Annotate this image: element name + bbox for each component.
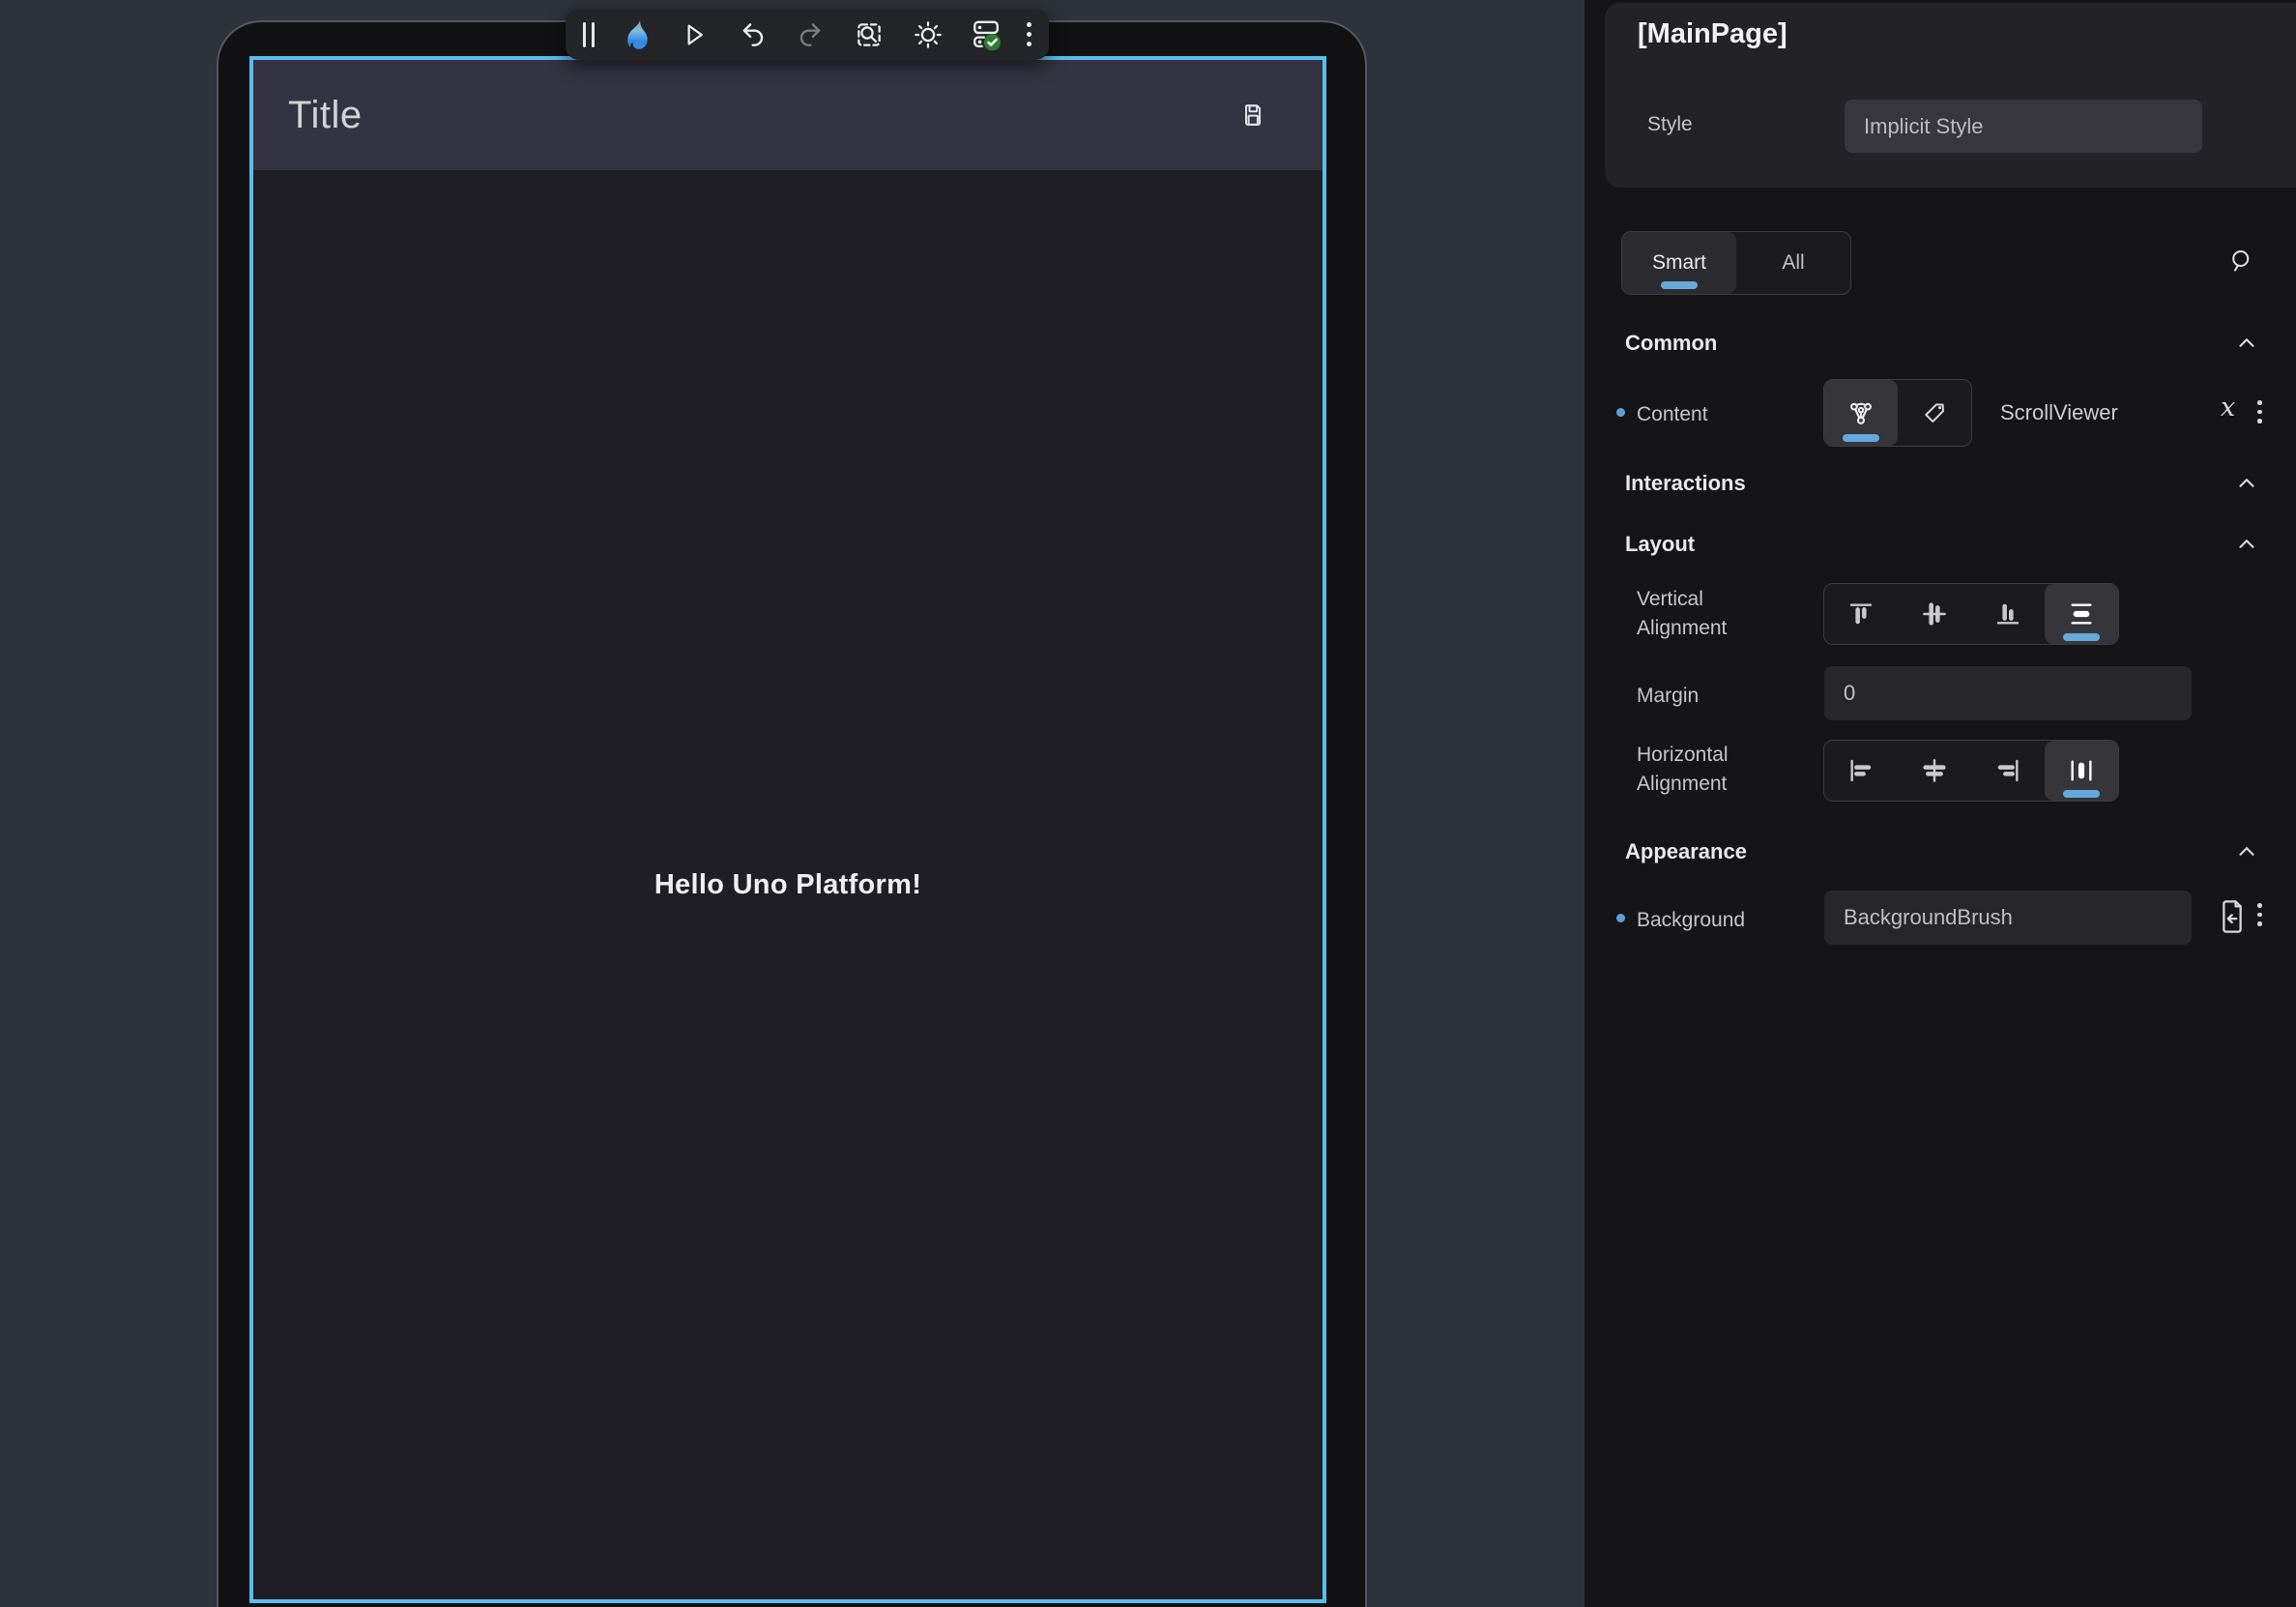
- hot-design-toolbar: [566, 9, 1049, 60]
- vertical-alignment-toggle: [1823, 583, 2119, 645]
- active-option-indicator: [2063, 790, 2100, 798]
- save-icon[interactable]: [1239, 102, 1266, 129]
- active-option-indicator: [2063, 633, 2100, 641]
- content-value[interactable]: ScrollViewer: [2000, 400, 2118, 425]
- background-input[interactable]: BackgroundBrush: [1824, 891, 2192, 945]
- binding-x-icon[interactable]: x: [2221, 393, 2235, 423]
- chevron-up-icon[interactable]: [2232, 837, 2261, 866]
- section-layout[interactable]: Layout: [1625, 532, 1695, 557]
- more-menu-icon[interactable]: [1027, 16, 1032, 53]
- section-common[interactable]: Common: [1625, 331, 1717, 356]
- background-more-menu-icon[interactable]: [2257, 903, 2262, 926]
- margin-input[interactable]: 0: [1824, 666, 2192, 720]
- hot-design-flame-icon[interactable]: [617, 16, 654, 53]
- selected-element-name: [MainPage]: [1638, 18, 1787, 50]
- modified-dot: [1616, 914, 1625, 922]
- search-icon[interactable]: [2224, 244, 2259, 278]
- undo-icon[interactable]: [734, 16, 770, 53]
- redo-icon[interactable]: [793, 16, 829, 53]
- horizontal-alignment-label: Horizontal Alignment: [1637, 741, 1772, 800]
- valign-center-icon[interactable]: [1898, 584, 1971, 644]
- valign-stretch-icon[interactable]: [2045, 584, 2118, 644]
- valign-bottom-icon[interactable]: [1971, 584, 2045, 644]
- active-editor-indicator: [1843, 434, 1879, 442]
- tag-icon[interactable]: [1898, 380, 1971, 446]
- tab-smart[interactable]: Smart: [1622, 232, 1736, 294]
- halign-center-icon[interactable]: [1898, 741, 1971, 801]
- horizontal-alignment-toggle: [1823, 740, 2119, 802]
- chevron-up-icon[interactable]: [2232, 329, 2261, 358]
- hello-textblock[interactable]: Hello Uno Platform!: [654, 869, 921, 901]
- active-tab-indicator: [1661, 281, 1698, 289]
- content-more-menu-icon[interactable]: [2257, 400, 2262, 424]
- valign-top-icon[interactable]: [1824, 584, 1898, 644]
- section-appearance[interactable]: Appearance: [1625, 839, 1747, 864]
- selected-page-surface[interactable]: Title Hello Uno Platform!: [249, 56, 1326, 1603]
- properties-panel: [MainPage] Style Implicit Style Smart Al…: [1584, 0, 2296, 1607]
- devtools-connected-icon[interactable]: [968, 16, 1004, 53]
- style-input[interactable]: Implicit Style: [1845, 100, 2202, 153]
- widget-tree-icon[interactable]: [1824, 380, 1898, 446]
- play-icon[interactable]: [675, 16, 712, 53]
- chevron-up-icon[interactable]: [2232, 530, 2261, 559]
- page-content[interactable]: Hello Uno Platform!: [253, 170, 1322, 1599]
- inspect-element-icon[interactable]: [851, 16, 887, 53]
- theme-toggle-sun-icon[interactable]: [910, 16, 946, 53]
- margin-label: Margin: [1637, 682, 1782, 711]
- halign-stretch-icon[interactable]: [2045, 741, 2118, 801]
- app-title-text: Title: [288, 94, 363, 137]
- device-frame: Title Hello Uno Platform!: [217, 20, 1367, 1607]
- modified-dot: [1616, 408, 1625, 417]
- toolbar-drag-handle-icon[interactable]: [583, 16, 595, 53]
- selected-element-card: [MainPage] Style Implicit Style: [1605, 3, 2296, 188]
- style-label: Style: [1647, 113, 1693, 136]
- content-editor-toggle: [1823, 379, 1972, 447]
- tab-all[interactable]: All: [1736, 232, 1850, 294]
- halign-left-icon[interactable]: [1824, 741, 1898, 801]
- content-label: Content: [1637, 400, 1782, 429]
- vertical-alignment-label: Vertical Alignment: [1637, 585, 1772, 644]
- background-label: Background: [1637, 906, 1782, 935]
- chevron-up-icon[interactable]: [2232, 469, 2261, 498]
- section-interactions[interactable]: Interactions: [1625, 471, 1746, 496]
- app-title-bar[interactable]: Title: [253, 60, 1322, 170]
- halign-right-icon[interactable]: [1971, 741, 2045, 801]
- resource-document-icon[interactable]: [2216, 894, 2249, 939]
- design-canvas[interactable]: Title Hello Uno Platform!: [0, 0, 1584, 1607]
- property-filter-tabs: Smart All: [1621, 231, 1851, 295]
